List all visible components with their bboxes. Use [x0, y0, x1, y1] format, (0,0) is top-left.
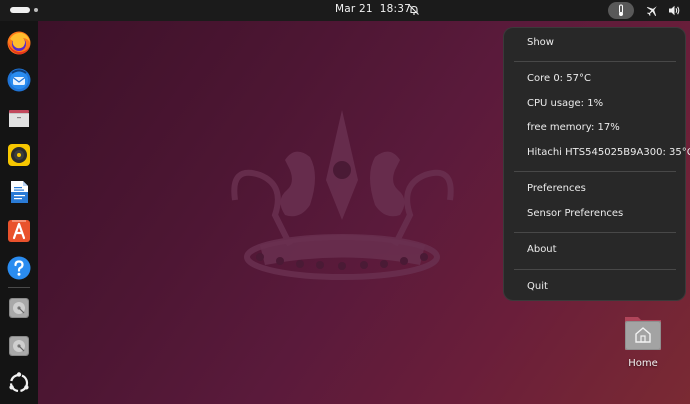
date-label: Mar 21	[335, 3, 373, 15]
menu-item-disk-temp[interactable]: Hitachi HTS545025B9A300: 35°C	[527, 147, 690, 158]
activities-button[interactable]	[10, 7, 30, 13]
sensor-indicator-button[interactable]	[608, 2, 634, 19]
libreoffice-writer-icon[interactable]	[6, 179, 32, 205]
dock	[0, 21, 38, 404]
home-folder-icon[interactable]	[624, 315, 662, 351]
menu-item-about[interactable]: About	[527, 244, 557, 255]
help-icon[interactable]	[6, 255, 32, 281]
notifications-off-icon	[409, 5, 419, 15]
dock-separator	[8, 287, 30, 288]
clock-button[interactable]: Mar 21 18:37	[335, 3, 411, 15]
menu-item-preferences[interactable]: Preferences	[527, 183, 586, 194]
menu-item-show[interactable]: Show	[527, 37, 554, 48]
files-icon[interactable]	[6, 105, 32, 131]
menu-item-quit[interactable]: Quit	[527, 281, 548, 292]
menu-separator	[514, 61, 676, 62]
top-bar: Mar 21 18:37	[0, 0, 690, 21]
volume-icon[interactable]	[668, 4, 681, 17]
thunderbird-icon[interactable]	[6, 67, 32, 93]
disk-drive-icon[interactable]	[6, 295, 32, 321]
thermometer-icon	[619, 4, 623, 16]
menu-item-cpu-usage[interactable]: CPU usage: 1%	[527, 98, 603, 109]
wallpaper-crown-emblem	[231, 110, 454, 280]
menu-item-free-memory[interactable]: free memory: 17%	[527, 122, 620, 133]
menu-separator	[514, 171, 676, 172]
rhythmbox-icon[interactable]	[6, 142, 32, 168]
sensor-dropdown-menu: Show Core 0: 57°C CPU usage: 1% free mem…	[503, 27, 690, 301]
airplane-mode-icon[interactable]	[646, 4, 659, 17]
menu-separator	[514, 232, 676, 233]
time-label: 18:37	[379, 3, 412, 15]
app-center-icon[interactable]	[6, 217, 32, 243]
firefox-icon[interactable]	[6, 30, 32, 56]
menu-item-core0-temp[interactable]: Core 0: 57°C	[527, 73, 591, 84]
menu-separator	[514, 269, 676, 270]
home-folder-label[interactable]: Home	[610, 358, 676, 369]
disk-drive-icon[interactable]	[6, 333, 32, 359]
show-apps-icon[interactable]	[6, 370, 32, 396]
menu-item-sensor-preferences[interactable]: Sensor Preferences	[527, 208, 623, 219]
workspace-indicator[interactable]	[34, 8, 38, 12]
